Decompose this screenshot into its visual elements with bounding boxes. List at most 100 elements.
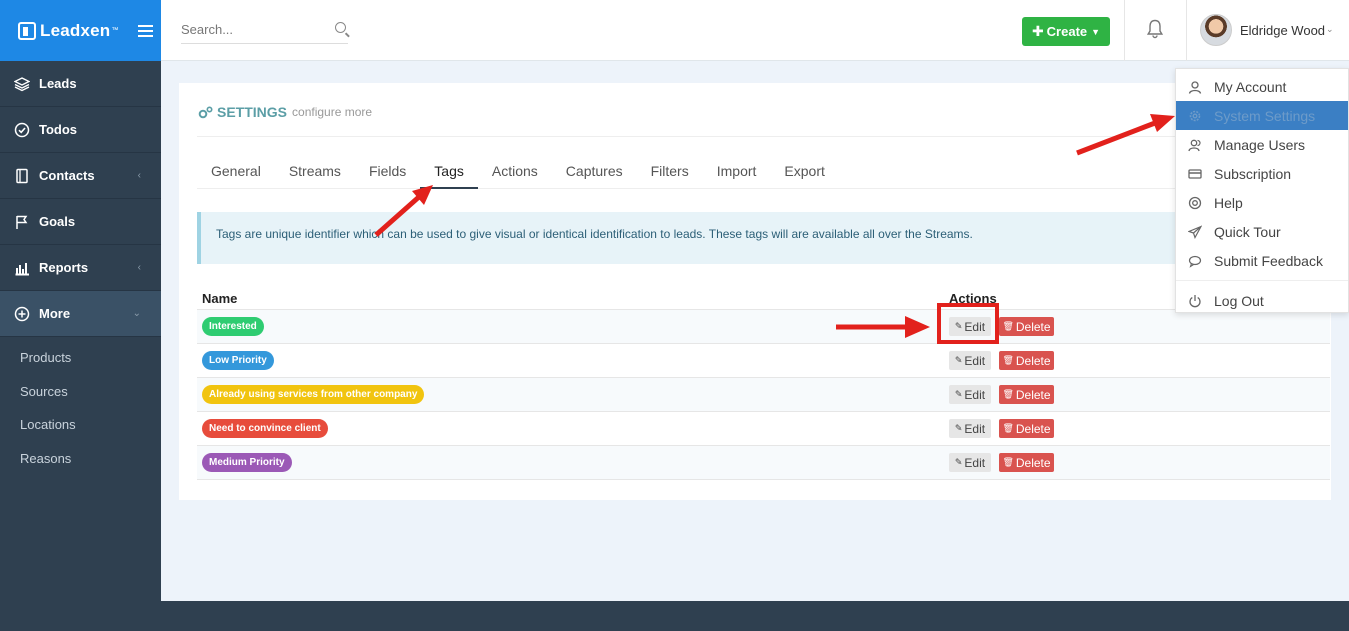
tab-captures[interactable]: Captures xyxy=(552,157,637,189)
edit-button[interactable]: ✎ Edit xyxy=(949,385,991,404)
delete-button[interactable]: 🗑 Delete xyxy=(999,351,1054,370)
brand-name: Leadxen xyxy=(40,20,111,40)
chat-bubble-icon xyxy=(1188,254,1202,268)
tab-import[interactable]: Import xyxy=(703,157,771,189)
delete-button[interactable]: 🗑 Delete xyxy=(999,385,1054,404)
menu-toggle-icon[interactable] xyxy=(138,24,154,37)
edit-button-label: Edit xyxy=(964,387,986,402)
tab-actions[interactable]: Actions xyxy=(478,157,552,189)
plus-circle-icon xyxy=(14,306,30,322)
create-button-label: Create xyxy=(1046,24,1088,39)
table-row: Already using services from other compan… xyxy=(197,378,1330,412)
edit-button[interactable]: ✎ Edit xyxy=(949,419,991,438)
delete-button-label: Delete xyxy=(1015,319,1051,334)
main-content: SETTINGS configure more General Streams … xyxy=(161,61,1349,601)
chevron-down-icon[interactable]: ⌄ xyxy=(1326,24,1334,35)
annotation-highlight-box xyxy=(937,303,999,344)
chevron-left-icon: ‹ xyxy=(137,262,141,273)
notification-bell-icon[interactable] xyxy=(1147,19,1163,39)
address-book-icon xyxy=(14,168,30,184)
sidebar-item-leads[interactable]: Leads xyxy=(0,61,161,107)
tags-info-notice: Tags are unique identifier which can be … xyxy=(197,212,1307,264)
sidebar-item-todos[interactable]: Todos xyxy=(0,107,161,153)
menu-divider xyxy=(1176,280,1348,281)
menu-item-quick-tour[interactable]: Quick Tour xyxy=(1176,217,1348,246)
sidebar-item-goals[interactable]: Goals xyxy=(0,199,161,245)
delete-button[interactable]: 🗑 Delete xyxy=(999,419,1054,438)
delete-button-label: Delete xyxy=(1015,353,1051,368)
header-divider xyxy=(1186,0,1187,61)
sidebar-subitem-reasons[interactable]: Reasons xyxy=(0,442,161,476)
trash-icon: 🗑 xyxy=(1002,423,1014,433)
tab-filters[interactable]: Filters xyxy=(637,157,703,189)
chevron-down-icon: ⌄ xyxy=(132,308,141,319)
edit-button-label: Edit xyxy=(964,353,986,368)
tag-badge: Low Priority xyxy=(202,351,274,370)
tab-fields[interactable]: Fields xyxy=(355,157,420,189)
user-icon xyxy=(1188,80,1202,94)
sidebar-subitem-sources[interactable]: Sources xyxy=(0,375,161,409)
menu-item-log-out[interactable]: Log Out xyxy=(1176,286,1348,315)
menu-item-manage-users[interactable]: Manage Users xyxy=(1176,130,1348,159)
delete-button[interactable]: 🗑 Delete xyxy=(999,453,1054,472)
table-row: Interested ✎ Edit 🗑 Delete xyxy=(197,310,1330,344)
top-header: ✚ Create ▼ Eldridge Wood ⌄ xyxy=(161,0,1349,61)
table-row: Need to convince client ✎ Edit 🗑 Delete xyxy=(197,412,1330,446)
user-name[interactable]: Eldridge Wood xyxy=(1240,23,1325,38)
trash-icon: 🗑 xyxy=(1002,457,1014,467)
search-box xyxy=(181,16,348,44)
sidebar: Leads Todos Contacts ‹ Goals Reports ‹ M… xyxy=(0,61,161,601)
sidebar-item-label: Contacts xyxy=(39,168,95,183)
tab-general[interactable]: General xyxy=(197,157,275,189)
leadxen-logo-icon xyxy=(18,21,36,40)
tab-export[interactable]: Export xyxy=(770,157,838,189)
layers-icon xyxy=(14,76,30,92)
menu-item-subscription[interactable]: Subscription xyxy=(1176,159,1348,188)
tag-badge: Need to convince client xyxy=(202,419,328,438)
lifebuoy-icon xyxy=(1188,196,1202,210)
menu-item-label: Manage Users xyxy=(1214,136,1306,153)
sidebar-item-label: Goals xyxy=(39,214,76,229)
plus-icon: ✚ xyxy=(1031,23,1044,39)
gear-icon xyxy=(1188,109,1202,123)
trash-icon: 🗑 xyxy=(1002,389,1014,399)
create-button[interactable]: ✚ Create ▼ xyxy=(1022,17,1110,46)
chevron-down-icon: ▼ xyxy=(1091,26,1101,37)
delete-button[interactable]: 🗑 Delete xyxy=(999,317,1054,336)
sidebar-item-label: Todos xyxy=(39,122,78,137)
footer-bar xyxy=(161,601,1349,631)
menu-item-system-settings[interactable]: System Settings xyxy=(1176,101,1348,130)
search-input[interactable] xyxy=(181,22,321,37)
settings-title-text: SETTINGS xyxy=(217,104,288,120)
user-menu-dropdown: My Account System Settings Manage Users … xyxy=(1175,68,1349,313)
sidebar-item-contacts[interactable]: Contacts ‹ xyxy=(0,153,161,199)
sidebar-item-label: Leads xyxy=(39,76,77,91)
edit-icon: ✎ xyxy=(954,423,963,433)
settings-tabs: General Streams Fields Tags Actions Capt… xyxy=(197,157,1331,189)
menu-item-my-account[interactable]: My Account xyxy=(1176,72,1348,101)
tab-tags[interactable]: Tags xyxy=(420,157,478,189)
menu-item-label: Quick Tour xyxy=(1214,223,1281,240)
table-body: Interested ✎ Edit 🗑 Delete Low Priority ✎ E… xyxy=(197,310,1330,480)
edit-button-label: Edit xyxy=(964,455,986,470)
table-row: Low Priority ✎ Edit 🗑 Delete xyxy=(197,344,1330,378)
sidebar-subitem-locations[interactable]: Locations xyxy=(0,408,161,442)
header-divider xyxy=(1124,0,1125,61)
menu-item-label: My Account xyxy=(1214,78,1287,95)
trash-icon: 🗑 xyxy=(1002,321,1014,331)
edit-button[interactable]: ✎ Edit xyxy=(949,453,991,472)
user-avatar[interactable] xyxy=(1200,14,1232,46)
edit-button[interactable]: ✎ Edit xyxy=(949,351,991,370)
divider xyxy=(197,136,1331,137)
tab-streams[interactable]: Streams xyxy=(275,157,355,189)
bar-chart-icon xyxy=(14,260,30,276)
sidebar-subitem-products[interactable]: Products xyxy=(0,341,161,375)
sidebar-item-more[interactable]: More ⌄ xyxy=(0,291,161,337)
menu-item-submit-feedback[interactable]: Submit Feedback xyxy=(1176,246,1348,275)
menu-item-help[interactable]: Help xyxy=(1176,188,1348,217)
search-icon[interactable] xyxy=(335,22,346,33)
tag-badge: Medium Priority xyxy=(202,453,292,472)
sidebar-item-reports[interactable]: Reports ‹ xyxy=(0,245,161,291)
menu-item-label: Subscription xyxy=(1214,165,1292,182)
edit-icon: ✎ xyxy=(954,355,963,365)
